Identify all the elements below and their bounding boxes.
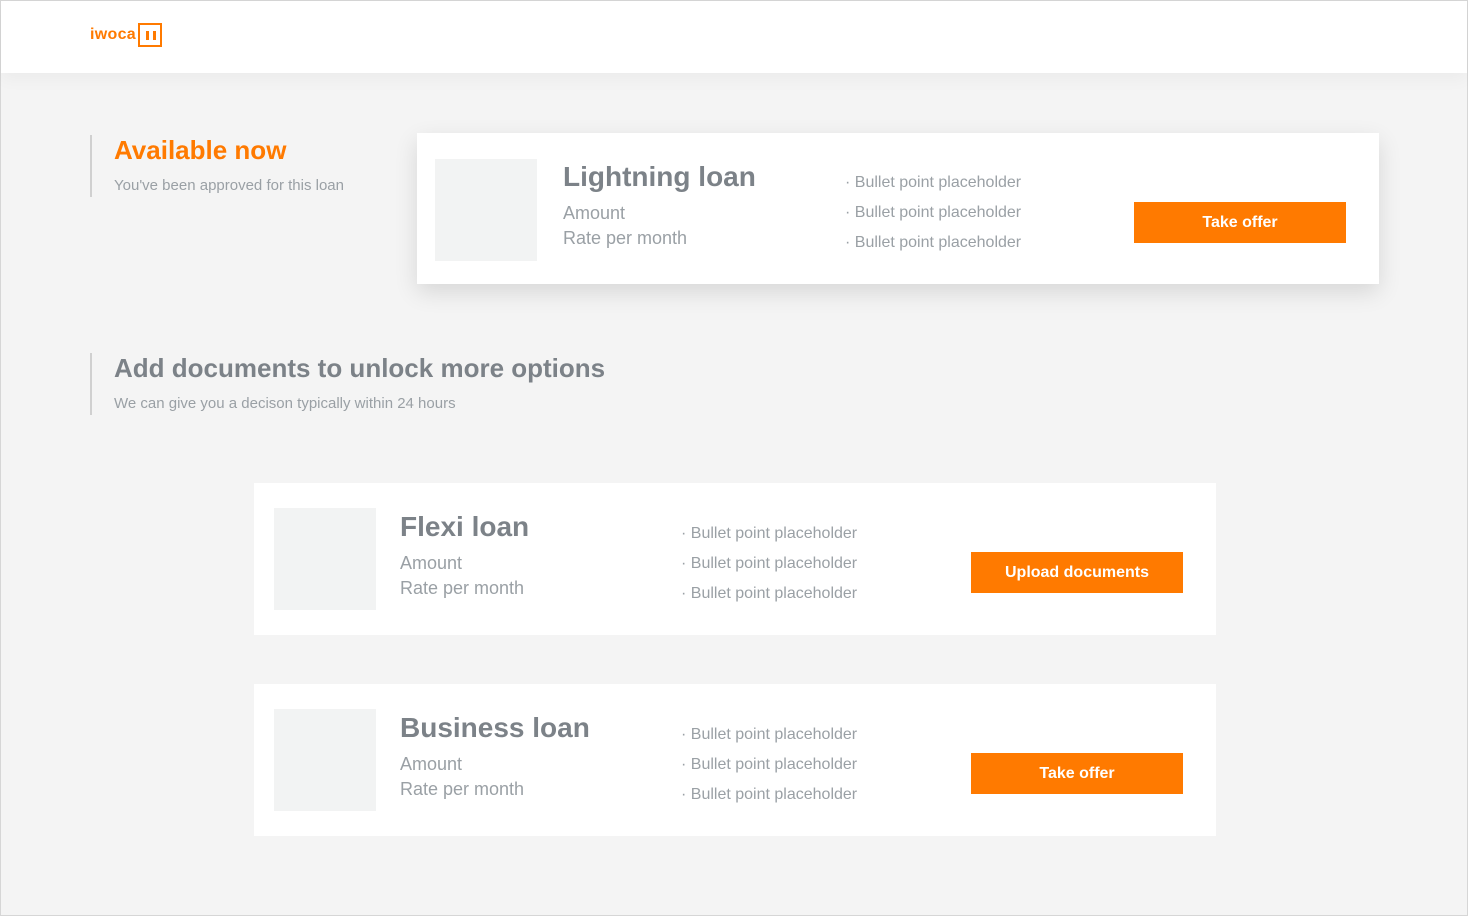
loan-image-placeholder [274, 709, 376, 811]
bullet-item: Bullet point placeholder [845, 168, 1021, 198]
bullet-item: Bullet point placeholder [681, 780, 857, 810]
take-offer-button[interactable]: Take offer [1134, 202, 1346, 243]
loan-name: Business loan [400, 712, 590, 743]
loan-name: Flexi loan [400, 511, 530, 542]
loan-rate-label: Rate per month [400, 578, 525, 598]
loan-bullet-list: Bullet point placeholder Bullet point pl… [681, 720, 857, 810]
loan-bullet-list: Bullet point placeholder Bullet point pl… [845, 168, 1021, 258]
business-loan-card: Business loan Amount Rate per month Bull… [254, 684, 1216, 836]
loan-amount-label: Amount [400, 553, 463, 573]
logo-mark-icon [137, 23, 162, 47]
loan-rate-label: Rate per month [400, 779, 525, 799]
take-offer-button[interactable]: Take offer [971, 753, 1183, 794]
available-now-section: Available now You've been approved for t… [90, 135, 344, 197]
unlock-options-title: Add documents to unlock more options [114, 353, 606, 383]
bullet-item: Bullet point placeholder [681, 720, 857, 750]
loan-image-placeholder [435, 159, 537, 261]
bullet-item: Bullet point placeholder [681, 549, 857, 579]
loan-rate-label: Rate per month [563, 228, 688, 248]
unlock-options-section: Add documents to unlock more options We … [90, 353, 605, 415]
logo-text: iwoca [90, 26, 136, 43]
loan-bullet-list: Bullet point placeholder Bullet point pl… [681, 519, 857, 609]
lightning-loan-card: Lightning loan Amount Rate per month Bul… [417, 133, 1379, 284]
upload-documents-button[interactable]: Upload documents [971, 552, 1183, 593]
loan-amount-label: Amount [563, 203, 626, 223]
bullet-item: Bullet point placeholder [681, 750, 857, 780]
loan-image-placeholder [274, 508, 376, 610]
available-now-subtitle: You've been approved for this loan [114, 177, 344, 194]
top-bar: iwoca [1, 1, 1467, 73]
unlock-options-subtitle: We can give you a decison typically with… [114, 395, 456, 412]
iwoca-logo[interactable]: iwoca [90, 23, 162, 47]
bullet-item: Bullet point placeholder [845, 228, 1021, 258]
flexi-loan-card: Flexi loan Amount Rate per month Bullet … [254, 483, 1216, 635]
bullet-item: Bullet point placeholder [681, 519, 857, 549]
available-now-title: Available now [114, 135, 287, 165]
bullet-item: Bullet point placeholder [845, 198, 1021, 228]
bullet-item: Bullet point placeholder [681, 579, 857, 609]
loan-name: Lightning loan [563, 161, 756, 192]
loan-amount-label: Amount [400, 754, 463, 774]
